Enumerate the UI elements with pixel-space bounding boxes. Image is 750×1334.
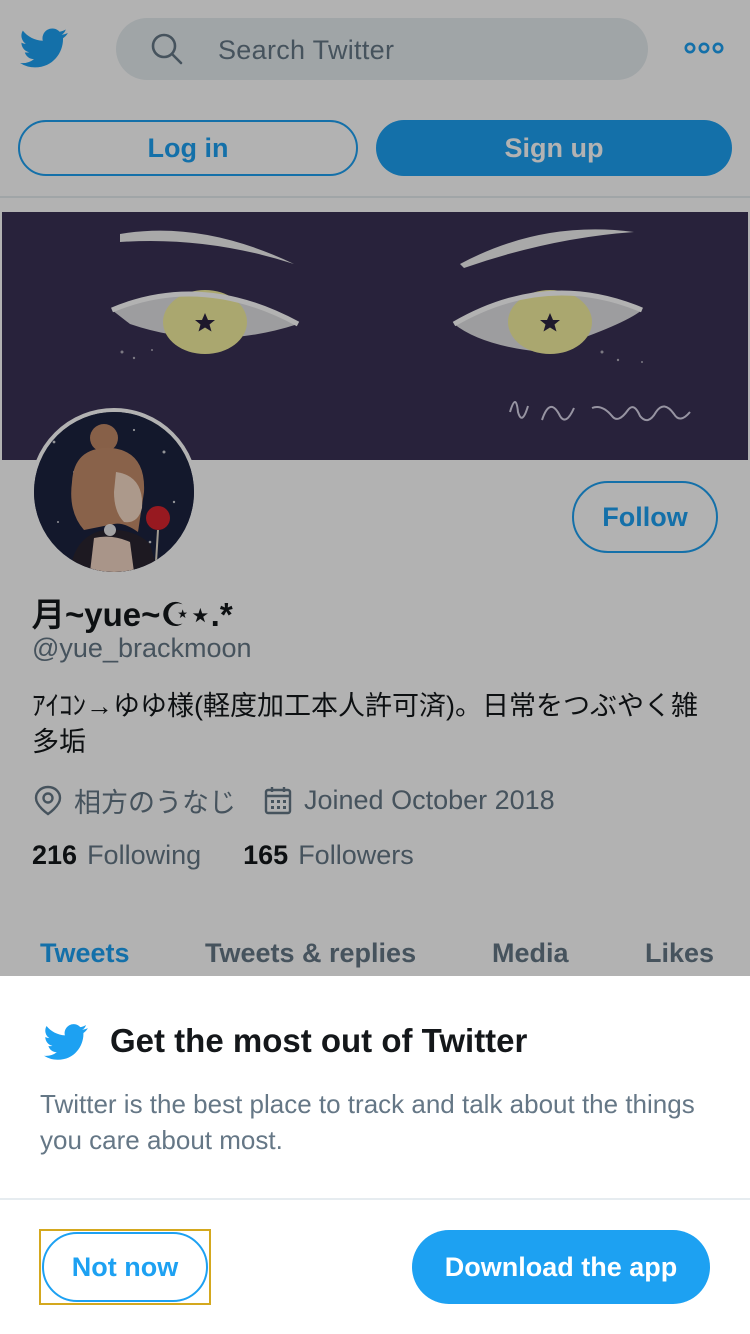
sheet-description: Twitter is the best place to track and t… bbox=[40, 1089, 695, 1155]
dim-overlay[interactable] bbox=[0, 0, 750, 976]
not-now-button[interactable]: Not now bbox=[42, 1232, 208, 1302]
app-promo-sheet: Get the most out of Twitter Twitter is t… bbox=[0, 976, 750, 1334]
download-app-button[interactable]: Download the app bbox=[412, 1230, 710, 1304]
sheet-title: Get the most out of Twitter bbox=[110, 1022, 528, 1059]
divider bbox=[0, 1198, 750, 1200]
twitter-bird-icon bbox=[44, 1024, 88, 1060]
focus-outline: Not now bbox=[39, 1229, 211, 1305]
